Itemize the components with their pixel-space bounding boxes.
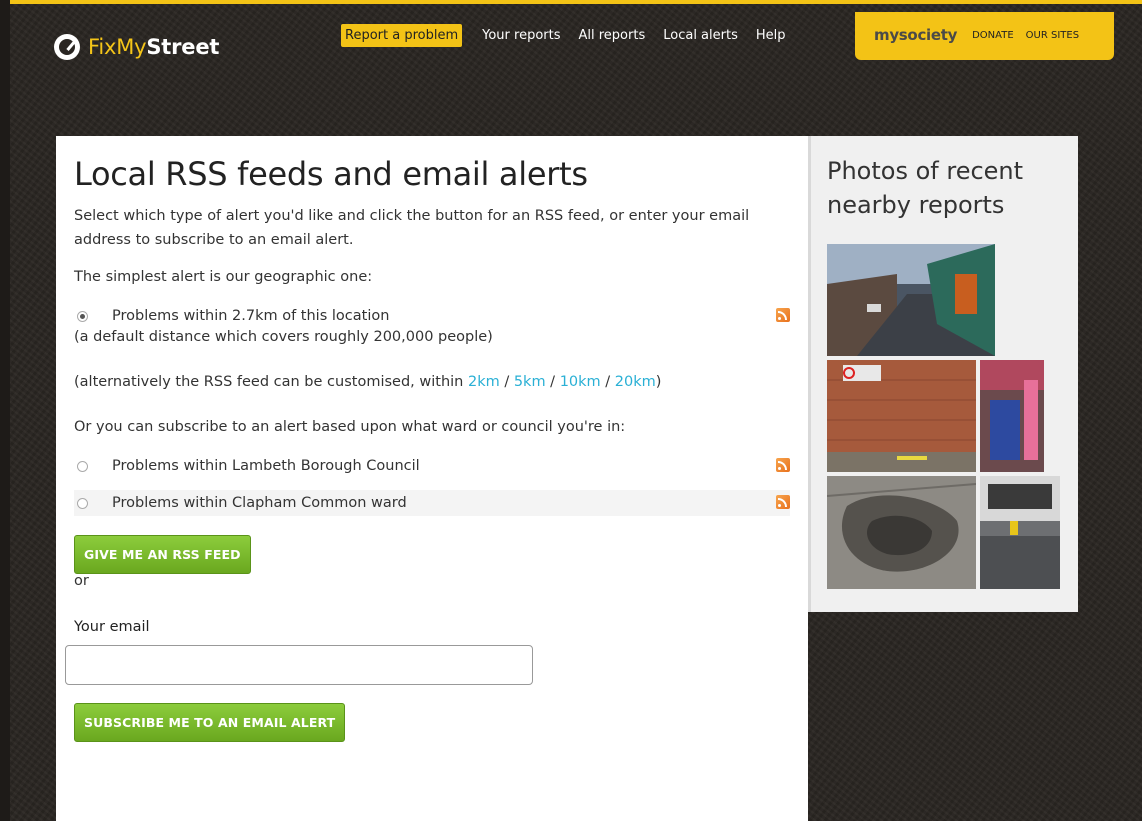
custom-distances-text: (alternatively the RSS feed can be custo… [74, 374, 662, 390]
sidebar-title: Photos of recent nearby reports [827, 157, 1024, 219]
intro-text: Select which type of alert you'd like an… [74, 208, 750, 248]
nav-help[interactable]: Help [756, 28, 786, 43]
mysociety-logo[interactable]: mysociety [874, 26, 957, 44]
our-sites-link[interactable]: OUR SITES [1026, 30, 1079, 41]
option-council-label: Problems within Lambeth Borough Council [112, 458, 420, 474]
rss-feed-icon[interactable] [776, 458, 790, 472]
custom-prefix: (alternatively the RSS feed can be custo… [74, 374, 468, 390]
or-text: or [74, 573, 89, 589]
logo-text-street: Street [146, 35, 220, 59]
option-ward[interactable]: Problems within Clapham Common ward [74, 490, 790, 516]
report-photo-shopfront[interactable] [980, 360, 1044, 472]
top-accent-line [0, 0, 1142, 4]
rss-feed-icon[interactable] [776, 308, 790, 322]
radio-council[interactable] [77, 460, 88, 472]
rss-feed-icon[interactable] [776, 495, 790, 509]
ward-intro-text: Or you can subscribe to an alert based u… [74, 419, 626, 435]
email-label: Your email [74, 619, 150, 635]
donate-link[interactable]: DONATE [972, 30, 1014, 41]
email-input[interactable] [65, 645, 533, 685]
window-frame-edge [0, 0, 10, 821]
subscribe-email-button[interactable]: SUBSCRIBE ME TO AN EMAIL ALERT [74, 703, 346, 742]
mysociety-banner: mysociety DONATE OUR SITES [855, 12, 1114, 60]
option-council[interactable]: Problems within Lambeth Borough Council [74, 453, 790, 479]
custom-suffix: ) [655, 374, 662, 390]
logo-text: FixMyStreet [88, 35, 219, 59]
report-photo-street[interactable] [827, 244, 995, 356]
report-photo-pothole[interactable] [827, 476, 976, 589]
distance-link-20km[interactable]: 20km [615, 374, 656, 390]
option-geographic[interactable]: Problems within 2.7km of this location [74, 303, 790, 329]
distance-link-10km[interactable]: 10km [560, 374, 601, 390]
distance-link-5km[interactable]: 5km [514, 374, 546, 390]
report-photo-roadside[interactable] [980, 476, 1060, 589]
option-ward-label: Problems within Clapham Common ward [112, 495, 407, 511]
fixmystreet-logo-icon [54, 34, 80, 60]
main-nav: Report a problem Your reports All report… [341, 24, 804, 47]
option-geographic-label: Problems within 2.7km of this location [112, 308, 390, 324]
simplest-alert-text: The simplest alert is our geographic one… [74, 269, 373, 285]
distance-link-2km[interactable]: 2km [468, 374, 500, 390]
radio-ward[interactable] [77, 497, 88, 509]
alerts-panel: Local RSS feeds and email alerts Select … [56, 136, 808, 821]
nav-report-problem[interactable]: Report a problem [341, 24, 463, 47]
nav-all-reports[interactable]: All reports [579, 28, 646, 43]
site-logo[interactable]: FixMyStreet [54, 34, 219, 60]
rss-feed-button[interactable]: GIVE ME AN RSS FEED [74, 535, 251, 574]
radio-geographic[interactable] [77, 310, 88, 322]
nav-your-reports[interactable]: Your reports [482, 28, 560, 43]
page-title: Local RSS feeds and email alerts [74, 155, 588, 193]
report-photo-wall[interactable] [827, 360, 976, 472]
recent-photos-sidebar: Photos of recent nearby reports [808, 136, 1078, 612]
logo-text-fixmy: FixMy [88, 35, 147, 59]
nav-local-alerts[interactable]: Local alerts [663, 28, 738, 43]
